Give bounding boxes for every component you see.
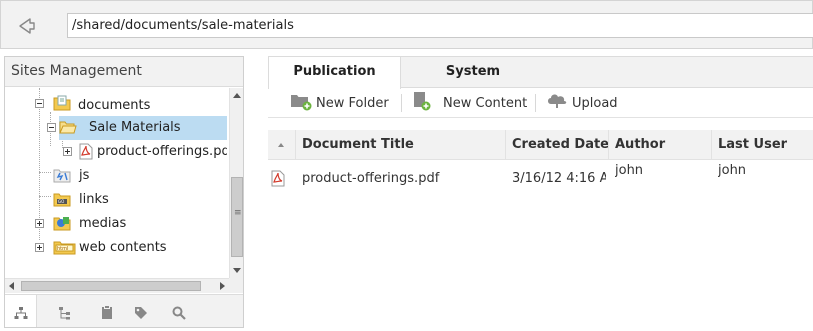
new-folder-label: New Folder	[316, 95, 389, 111]
tree-item-label: js	[79, 168, 90, 183]
scroll-thumb[interactable]	[21, 281, 201, 291]
tree-item-label: medias	[79, 216, 127, 231]
expand-toggle-icon[interactable]	[35, 219, 44, 228]
tree-item-label: links	[79, 192, 109, 207]
tree-item-label: Sale Materials	[89, 116, 181, 140]
column-created-date[interactable]: Created Date	[506, 130, 609, 160]
folder-open-icon	[59, 120, 77, 144]
upload-label: Upload	[572, 95, 618, 111]
svg-text:html: html	[57, 246, 68, 252]
collapse-toggle-icon[interactable]	[35, 99, 44, 108]
tree-horizontal-scrollbar[interactable]	[5, 278, 229, 293]
sort-arrow-icon[interactable]	[268, 130, 296, 160]
toolbar-divider	[401, 94, 402, 112]
tag-icon[interactable]	[125, 295, 157, 327]
tree-vertical-scrollbar[interactable]	[229, 88, 243, 278]
left-panel-tabs	[5, 294, 243, 327]
panel-title: Sites Management	[5, 57, 243, 87]
svg-text:GO: GO	[58, 199, 64, 204]
new-folder-icon	[290, 91, 316, 115]
address-bar: /shared/documents/sale-materials	[0, 0, 813, 49]
tab-publication[interactable]: Publication	[268, 57, 401, 89]
new-content-icon	[413, 91, 439, 115]
scroll-right-icon[interactable]	[220, 282, 225, 290]
scroll-thumb[interactable]	[231, 177, 243, 257]
toolbar-divider	[535, 94, 536, 112]
cell-created-date: 3/16/12 4:16 A	[512, 171, 606, 186]
expand-toggle-icon[interactable]	[63, 147, 72, 156]
search-icon[interactable]	[163, 295, 195, 327]
upload-button[interactable]: Upload	[546, 91, 618, 115]
column-document-title[interactable]: Document Title	[296, 130, 506, 160]
new-content-button[interactable]: New Content	[413, 91, 527, 115]
scroll-left-icon[interactable]	[9, 282, 14, 290]
tree-item-label: web contents	[79, 240, 167, 255]
medias-folder-icon	[53, 215, 71, 240]
html-folder-icon: html	[53, 239, 77, 264]
new-folder-button[interactable]: New Folder	[290, 91, 389, 115]
tree-item-label: product-offerings.pdf	[97, 144, 227, 159]
expand-toggle-icon[interactable]	[35, 243, 44, 252]
pdf-icon	[271, 170, 285, 191]
path-input[interactable]: /shared/documents/sale-materials	[67, 13, 813, 38]
hierarchy-icon[interactable]	[49, 295, 81, 327]
cell-document-title[interactable]: product-offerings.pdf	[302, 160, 506, 198]
content-toolbar: New Folder New Content Upload	[268, 88, 813, 118]
site-tree: documents Sale Materials product-offerin…	[5, 88, 227, 278]
table-row[interactable]: product-offerings.pdf 3/16/12 4:16 A joh…	[268, 160, 813, 198]
upload-cloud-icon	[546, 91, 572, 115]
scroll-down-icon[interactable]	[233, 268, 241, 273]
cell-author: john	[615, 163, 644, 178]
collapse-toggle-icon[interactable]	[47, 123, 56, 132]
tab-system[interactable]: System	[423, 57, 523, 88]
new-content-label: New Content	[443, 95, 528, 111]
content-panel: Publication System New Folder New Conten…	[268, 56, 813, 328]
sites-management-panel: Sites Management documents Sale Material…	[4, 56, 244, 328]
links-folder-icon: GO	[53, 192, 71, 216]
clipboard-icon[interactable]	[91, 295, 123, 327]
cell-last-user: john	[718, 163, 747, 178]
content-tabs: Publication System	[268, 56, 813, 89]
scroll-up-icon[interactable]	[233, 93, 241, 98]
back-arrow-icon[interactable]	[15, 15, 37, 37]
scroll-corner	[229, 278, 243, 293]
sitemap-icon[interactable]	[5, 295, 37, 327]
js-folder-icon	[53, 168, 71, 192]
